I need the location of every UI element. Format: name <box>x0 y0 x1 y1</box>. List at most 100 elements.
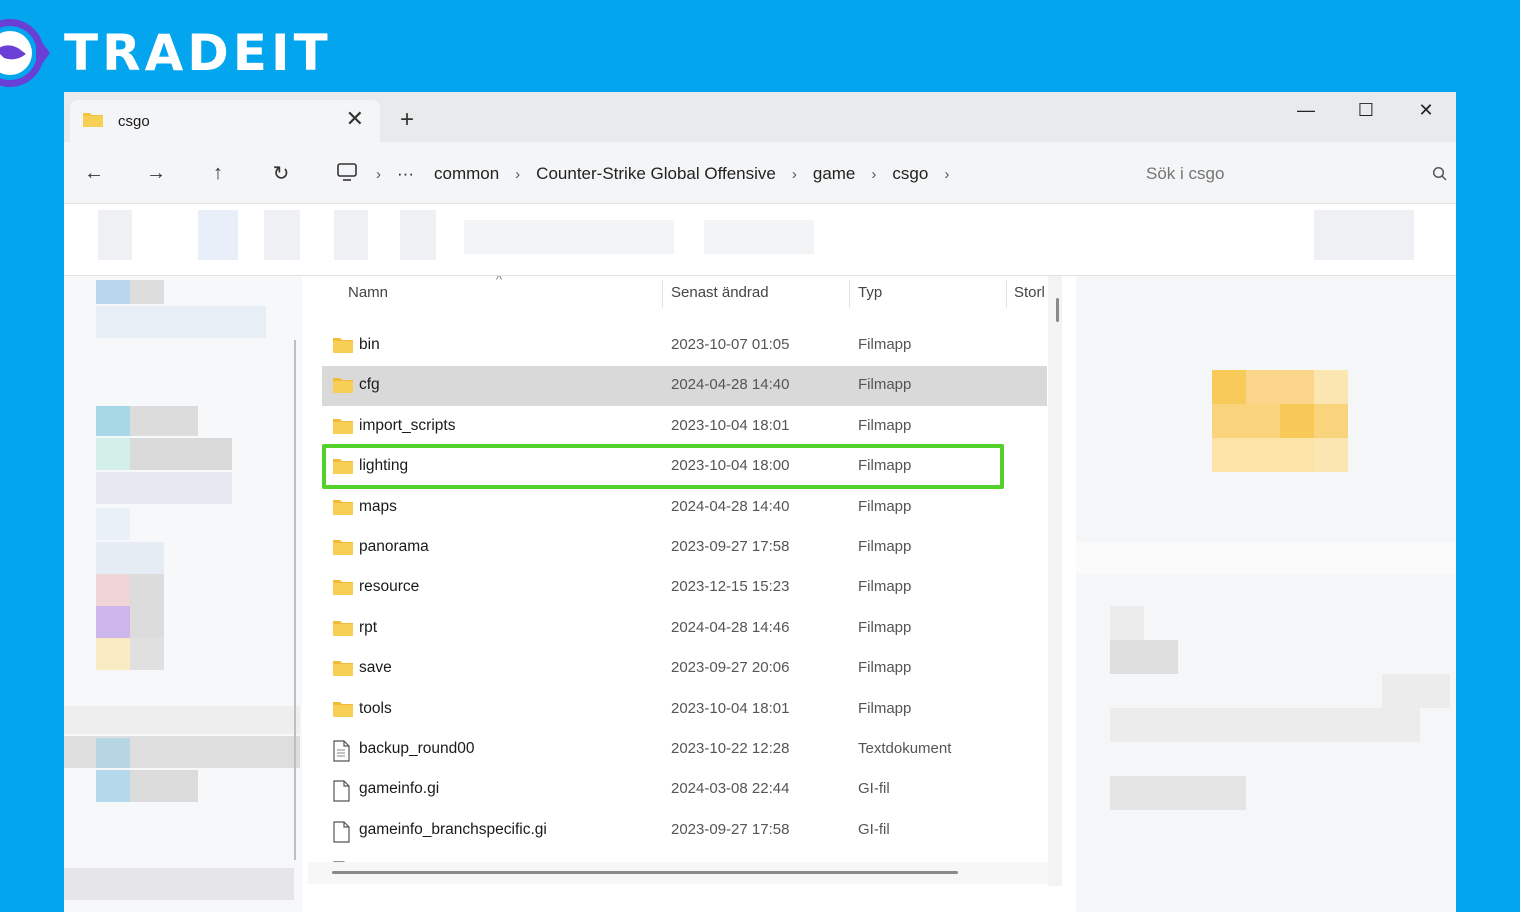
column-header-type[interactable]: Typ <box>858 284 882 301</box>
file-row[interactable]: gameinfo.gi 2024-03-08 22:44 GI-fil <box>322 770 1047 810</box>
vertical-scrollbar-thumb[interactable] <box>1056 298 1059 322</box>
pane-splitter[interactable] <box>294 340 296 860</box>
maximize-button[interactable]: ☐ <box>1336 92 1396 128</box>
file-type: GI-fil <box>858 780 890 798</box>
file-name: bin <box>359 336 380 353</box>
search-icon[interactable] <box>1432 166 1448 187</box>
blurred-toolbar-button[interactable] <box>334 210 368 260</box>
blurred-sidebar-item[interactable] <box>130 406 198 436</box>
file-modified: 2024-04-28 14:40 <box>671 497 790 515</box>
folder-icon <box>332 538 354 561</box>
column-header-modified[interactable]: Senast ändrad <box>671 284 769 301</box>
refresh-button[interactable]: ↻ <box>268 160 294 186</box>
column-divider[interactable] <box>849 280 850 308</box>
blurred-toolbar-button[interactable] <box>198 210 238 260</box>
blurred-preview-detail <box>1110 606 1144 640</box>
file-row[interactable]: maps 2024-04-28 14:40 Filmapp <box>322 488 1047 528</box>
file-name: maps <box>359 497 397 515</box>
folder-icon <box>332 700 354 723</box>
folder-icon <box>332 498 354 521</box>
breadcrumb-separator[interactable]: › <box>792 166 797 183</box>
blurred-sidebar-item[interactable] <box>96 606 130 638</box>
file-type: Filmapp <box>858 538 912 555</box>
blurred-sidebar-item[interactable] <box>96 542 164 574</box>
blurred-sidebar-item[interactable] <box>96 638 130 670</box>
folder-icon <box>332 619 354 642</box>
file-row[interactable]: resource 2023-12-15 15:23 Filmapp <box>322 568 1047 608</box>
blurred-preview-detail <box>1382 674 1450 708</box>
blurred-toolbar-button[interactable] <box>1314 210 1414 260</box>
blurred-sidebar-item[interactable] <box>96 508 130 540</box>
blurred-sidebar-item[interactable] <box>96 306 266 338</box>
breadcrumb-separator[interactable]: › <box>871 166 876 183</box>
file-row[interactable]: rpt 2024-04-28 14:46 Filmapp <box>322 609 1047 649</box>
blurred-sidebar-item[interactable] <box>130 280 164 304</box>
file-modified: 2024-04-28 14:40 <box>671 376 790 394</box>
breadcrumb-separator[interactable]: › <box>376 166 381 183</box>
sort-ascending-icon: ^ <box>496 276 503 287</box>
file-explorer-window: csgo ✕ + — ☐ ✕ ← → ↑ ↻ › ··· common › Co… <box>64 92 1456 912</box>
minimize-button[interactable]: — <box>1276 92 1336 128</box>
column-divider[interactable] <box>1006 280 1007 308</box>
close-button[interactable]: ✕ <box>1396 92 1456 128</box>
file-row[interactable]: backup_round00 2023-10-22 12:28 Textdokume… <box>322 730 1047 770</box>
blurred-toolbar-button[interactable] <box>400 210 436 260</box>
address-bar[interactable]: › ··· common › Counter-Strike Global Off… <box>326 154 1116 194</box>
breadcrumb-game[interactable]: game <box>813 164 856 184</box>
back-button[interactable]: ← <box>81 160 107 186</box>
folder-icon <box>82 110 104 133</box>
navigation-bar: ← → ↑ ↻ › ··· common › Counter-Strike Gl… <box>64 142 1456 204</box>
blurred-sidebar-item[interactable] <box>130 438 232 470</box>
blurred-sidebar-item[interactable] <box>96 438 130 470</box>
breadcrumb-more[interactable]: ··· <box>397 164 414 184</box>
file-row[interactable]: gameinfo_branchspecific.gi 2023-09-27 17:… <box>322 811 1047 851</box>
column-header-name[interactable]: Namn <box>348 284 388 301</box>
file-row[interactable]: bin 2023-10-07 01:05 Filmapp <box>322 326 1047 366</box>
blurred-sidebar-item[interactable] <box>130 574 164 606</box>
file-row[interactable]: save 2023-09-27 20:06 Filmapp <box>322 649 1047 689</box>
blurred-toolbar-button[interactable] <box>704 220 814 254</box>
forward-button[interactable]: → <box>143 160 169 186</box>
blurred-sidebar-item[interactable] <box>130 770 198 802</box>
up-button[interactable]: ↑ <box>205 160 231 186</box>
window-controls: — ☐ ✕ <box>1276 92 1456 132</box>
horizontal-scrollbar-thumb[interactable] <box>332 871 958 874</box>
file-row[interactable]: lighting 2023-10-04 18:00 Filmapp <box>322 447 1047 487</box>
column-divider[interactable] <box>662 280 663 308</box>
breadcrumb-separator[interactable]: › <box>515 166 520 183</box>
blurred-sidebar-item[interactable] <box>64 706 300 734</box>
blurred-sidebar-item[interactable] <box>64 868 294 900</box>
file-type: Filmapp <box>858 336 912 353</box>
blurred-sidebar-item[interactable] <box>96 770 130 802</box>
breadcrumb-csgo[interactable]: csgo <box>892 164 928 184</box>
search-box[interactable] <box>1132 154 1454 194</box>
new-tab-button[interactable]: + <box>400 106 414 134</box>
brand-header: TRADEIT <box>0 14 332 92</box>
blurred-sidebar-item[interactable] <box>96 472 232 504</box>
vertical-scroll-track[interactable] <box>1048 276 1062 886</box>
blurred-sidebar-item[interactable] <box>96 738 130 768</box>
search-input[interactable] <box>1146 164 1416 184</box>
breadcrumb-counter-strike[interactable]: Counter-Strike Global Offensive <box>536 164 776 184</box>
blurred-toolbar-button[interactable] <box>98 210 132 260</box>
breadcrumb-common[interactable]: common <box>434 164 499 184</box>
file-row[interactable]: panorama 2023-09-27 17:58 Filmapp <box>322 528 1047 568</box>
file-type: Filmapp <box>858 416 912 434</box>
computer-icon[interactable] <box>336 162 358 187</box>
blurred-toolbar-button[interactable] <box>264 210 300 260</box>
blurred-sidebar-item[interactable] <box>130 606 164 638</box>
blurred-sidebar-item[interactable] <box>96 406 130 436</box>
file-type: Filmapp <box>858 699 912 717</box>
file-modified: 2024-04-28 14:46 <box>671 618 790 636</box>
blurred-sidebar-item[interactable] <box>96 280 130 304</box>
blurred-sidebar-item[interactable] <box>130 638 164 670</box>
file-row[interactable]: import_scripts 2023-10-04 18:01 Filmapp <box>322 407 1047 447</box>
column-header-size[interactable]: Storl <box>1014 284 1045 301</box>
tab-close-icon[interactable]: ✕ <box>346 106 364 132</box>
blurred-sidebar-item[interactable] <box>96 574 130 606</box>
tab-csgo[interactable]: csgo ✕ <box>70 100 380 142</box>
breadcrumb-separator[interactable]: › <box>944 166 949 183</box>
file-row[interactable]: cfg 2024-04-28 14:40 Filmapp <box>322 366 1047 407</box>
blurred-toolbar-button[interactable] <box>464 220 674 254</box>
file-row[interactable]: tools 2023-10-04 18:01 Filmapp <box>322 690 1047 730</box>
